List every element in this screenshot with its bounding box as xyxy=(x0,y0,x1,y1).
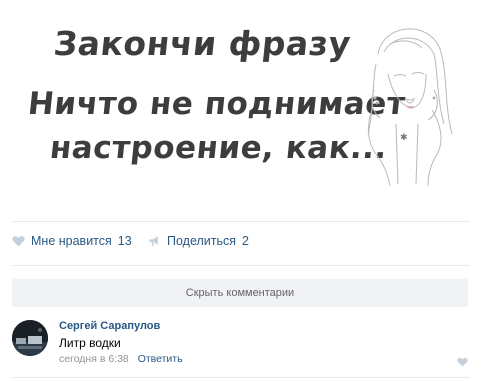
divider-middle xyxy=(12,265,470,266)
heart-icon xyxy=(457,357,468,367)
comment-text: Литр водки xyxy=(59,336,121,350)
comment: Сергей Сарапулов Литр водки сегодня в 6:… xyxy=(12,317,470,371)
girl-illustration: ✱ xyxy=(367,28,453,186)
post-image[interactable]: Закончи фразу Ничто не поднимает настрое… xyxy=(12,6,470,210)
image-caption-line-3: настроение, как... xyxy=(48,130,390,166)
avatar[interactable] xyxy=(12,320,48,356)
hide-comments-button[interactable]: Скрыть комментарии xyxy=(12,279,468,307)
like-label: Мне нравится xyxy=(31,234,112,248)
heart-icon xyxy=(12,236,25,247)
comment-like-button[interactable] xyxy=(457,354,468,372)
share-label: Поделиться xyxy=(167,234,237,248)
avatar-image xyxy=(12,320,48,356)
svg-text:✱: ✱ xyxy=(400,133,408,143)
reply-button[interactable]: Ответить xyxy=(138,353,183,365)
comment-meta: сегодня в 6:38 Ответить xyxy=(59,353,183,365)
divider-bottom xyxy=(12,377,470,378)
share-count: 2 xyxy=(242,234,249,248)
like-button[interactable]: Мне нравится 13 xyxy=(12,234,132,248)
comment-author[interactable]: Сергей Сарапулов xyxy=(59,320,160,332)
hide-comments-label: Скрыть комментарии xyxy=(185,287,295,299)
share-button[interactable]: Поделиться 2 xyxy=(148,234,249,248)
megaphone-icon xyxy=(149,236,158,246)
divider-top xyxy=(12,221,470,222)
like-count: 13 xyxy=(117,234,132,248)
image-caption-line-1: Закончи фразу xyxy=(51,24,353,63)
comment-time[interactable]: сегодня в 6:38 xyxy=(59,353,129,365)
